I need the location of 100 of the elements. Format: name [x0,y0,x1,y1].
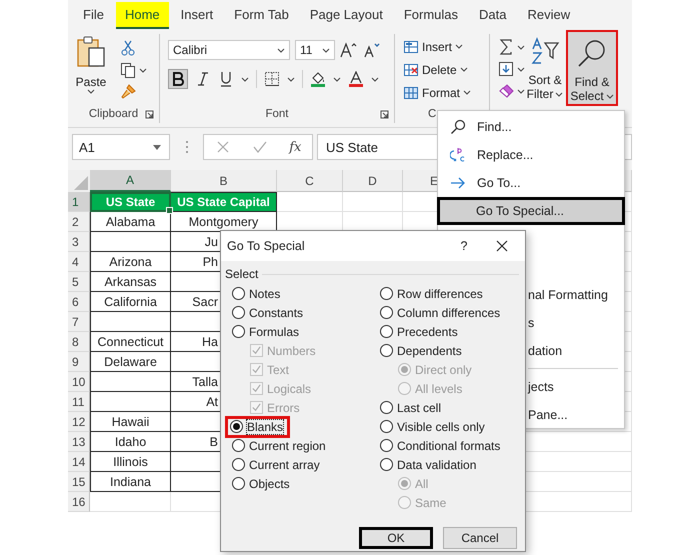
table-cell: Illinois [90,452,171,472]
font-color-icon[interactable] [348,71,364,87]
shrink-font-icon[interactable] [363,41,381,59]
sum-icon[interactable] [498,39,514,55]
radio-option[interactable]: Dependents [378,342,464,358]
row-header[interactable]: 14 [68,452,90,472]
grow-font-icon[interactable] [340,41,358,59]
copy-icon[interactable] [120,62,136,78]
borders-icon[interactable] [264,71,280,87]
ribbon-tab[interactable]: Page Layout [300,2,392,28]
menu-item[interactable]: Go To... [438,169,624,197]
paste-button[interactable]: Paste [68,34,114,105]
column-header[interactable]: C [277,170,343,192]
caret-icon [87,89,95,94]
row-header[interactable]: 15 [68,472,90,492]
radio-option[interactable]: Objects [230,476,292,492]
underline-icon[interactable] [218,71,234,87]
column-header[interactable]: B [171,170,277,192]
scissors-icon[interactable] [120,40,136,56]
caret-icon [460,67,468,72]
table-cell: Idaho [90,432,171,452]
radio-option[interactable]: Column differences [378,304,502,320]
caret-icon [517,88,525,94]
bold-icon [170,71,186,87]
row-header[interactable]: 6 [68,292,90,312]
checkmark-icon [251,345,262,356]
close-icon [496,240,508,252]
drag-handle-icon[interactable] [185,140,189,154]
caret-icon [322,48,330,52]
name-box[interactable]: A1 [72,134,170,160]
row-header[interactable]: 9 [68,352,90,372]
ribbon-tab[interactable]: Insert [172,2,222,28]
bold-button[interactable] [168,69,188,89]
radio-option[interactable]: Precedents [378,324,460,340]
column-header[interactable]: A [90,170,171,192]
table-cell: Arizona [90,252,171,272]
cells-button[interactable]: Insert [403,38,489,55]
radio-option[interactable]: Row differences [378,286,485,302]
ribbon-tab[interactable]: Data [470,2,516,28]
ribbon-tab[interactable]: Form Tab [225,2,298,28]
row-header[interactable]: 5 [68,272,90,292]
row-header[interactable]: 4 [68,252,90,272]
radio-option[interactable]: Conditional formats [378,438,502,454]
help-button[interactable]: ? [449,239,479,253]
find-select-button[interactable]: Find & Select [566,30,618,106]
paintbrush-icon[interactable] [120,84,136,100]
radio-option[interactable]: Current array [230,456,322,472]
ribbon-tab[interactable]: Home [116,2,169,28]
row-header[interactable]: 13 [68,432,90,452]
menu-item[interactable]: Find... [438,113,624,141]
italic-icon[interactable] [195,71,211,87]
row-header[interactable]: 11 [68,392,90,412]
caret-icon [455,44,464,49]
row-header[interactable]: 3 [68,232,90,252]
dialog-launcher-icon[interactable] [380,110,389,119]
dialog-launcher-icon[interactable] [145,110,154,119]
ribbon-tab[interactable]: Review [518,2,580,28]
cells-button[interactable]: Delete [403,61,489,78]
checkmark-icon [251,364,262,375]
ribbon-tab[interactable]: Formulas [394,2,468,28]
check-icon[interactable] [252,139,268,155]
eraser-icon[interactable] [498,83,514,99]
radio-option[interactable]: Blanks [225,416,290,438]
ribbon-tab[interactable]: File [74,2,113,28]
menu-item[interactable]: Replace... [438,141,624,169]
font-name-dropdown[interactable]: Calibri [168,40,290,60]
fill-down-icon[interactable] [498,61,514,77]
table-cell: Delaware [90,352,171,372]
radio-option[interactable]: Data validation [378,456,478,472]
caret-icon [555,92,564,96]
search-icon [577,39,607,69]
group-label: C [428,108,436,120]
caret-icon [606,94,614,98]
table-cell: US State Capital [171,192,277,212]
font-size-dropdown[interactable]: 11 [295,40,335,60]
cells-button[interactable]: Format [403,84,489,101]
caret-icon [241,76,249,82]
radio-option[interactable]: Visible cells only [378,418,487,434]
sort-filter-button[interactable]: Sort & Filter [525,34,565,106]
fill-bucket-icon[interactable] [310,71,326,87]
caret-icon [277,48,285,52]
radio-option[interactable]: Last cell [378,400,444,416]
caret-icon [371,76,379,82]
table-cell: Alabama [90,212,171,232]
column-header[interactable]: D [343,170,403,192]
dialog-button[interactable]: OK [359,527,433,549]
table-cell: Indiana [90,472,171,492]
row-header[interactable]: 2 [68,212,90,232]
row-header[interactable]: 10 [68,372,90,392]
row-header[interactable]: 12 [68,412,90,432]
group-label: Font [265,108,288,120]
row-header[interactable]: 7 [68,312,90,332]
row-header[interactable]: 8 [68,332,90,352]
menu-item[interactable]: Go To Special... [437,197,625,225]
table-cell: Arkansas [90,272,171,292]
row-header[interactable]: 1 [68,192,90,212]
insert-function-button[interactable]: fx [289,140,302,154]
row-header[interactable]: 16 [68,492,90,512]
dialog-button[interactable]: Cancel [443,527,517,549]
delete-cells-icon [403,62,419,78]
